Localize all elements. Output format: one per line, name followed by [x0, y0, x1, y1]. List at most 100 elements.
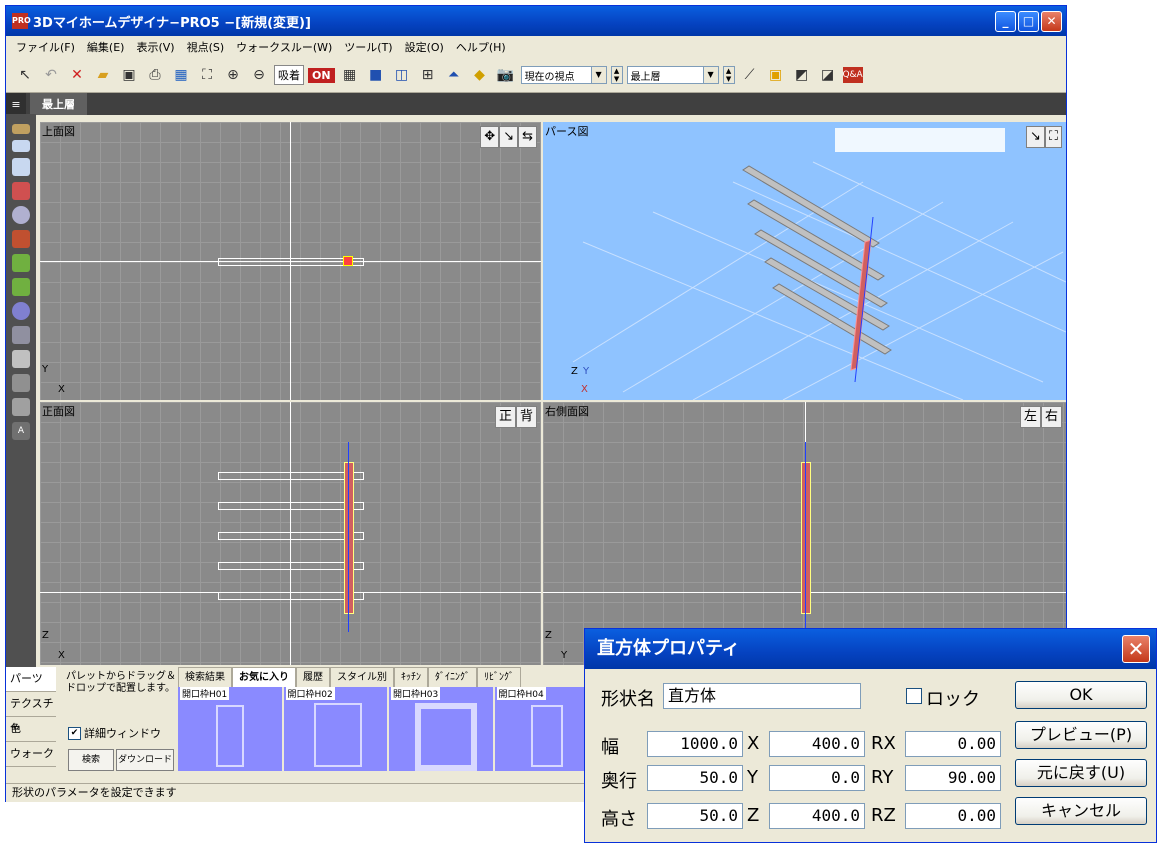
x-input[interactable]: 400.0: [769, 731, 865, 757]
menu-help[interactable]: ヘルプ(H): [450, 39, 512, 55]
width-input[interactable]: 1000.0: [647, 731, 743, 757]
cancel-button[interactable]: キャンセル: [1015, 797, 1147, 825]
select-arrow-icon[interactable]: ↖: [14, 64, 36, 86]
menu-viewpoint[interactable]: 視点(S): [181, 39, 231, 55]
tab-walk[interactable]: ウォーク: [6, 742, 56, 767]
pan-icon[interactable]: ⇆: [518, 126, 537, 148]
height-input[interactable]: 50.0: [647, 803, 743, 829]
four-view-icon[interactable]: ⊞: [417, 64, 439, 86]
palette-tile[interactable]: 開口枠H01: [178, 687, 282, 771]
z-input[interactable]: 400.0: [769, 803, 865, 829]
top-view[interactable]: 上面図 ✥ ↘ ⇆ Y X: [40, 122, 541, 400]
floor-select[interactable]: 最上層 ▼: [626, 66, 719, 84]
left-button[interactable]: 左: [1019, 406, 1041, 428]
menu-view[interactable]: 表示(V): [130, 39, 180, 55]
y-input[interactable]: 0.0: [769, 765, 865, 791]
fullscreen-icon[interactable]: ⛶: [1044, 126, 1062, 148]
tab-by-style[interactable]: スタイル別: [330, 667, 394, 687]
box-tool-icon[interactable]: [12, 230, 30, 248]
box-outline[interactable]: [218, 592, 364, 600]
zoom-out-icon[interactable]: ⊖: [248, 64, 270, 86]
layer-tab[interactable]: 最上層: [30, 93, 87, 115]
tab-dining[interactable]: ﾀﾞｲﾆﾝｸﾞ: [428, 667, 477, 687]
ring-tool-icon[interactable]: [12, 302, 30, 320]
tab-living[interactable]: ﾘﾋﾞﾝｸﾞ: [477, 667, 521, 687]
menu-file[interactable]: ファイル(F): [10, 39, 81, 55]
rx-input[interactable]: 0.00: [905, 731, 1001, 757]
material-icon[interactable]: ◆: [469, 64, 491, 86]
cylinder-tool-icon[interactable]: [12, 254, 30, 272]
palette-tile[interactable]: 開口枠H03: [389, 687, 493, 771]
tab-texture[interactable]: テクスチャ: [6, 692, 56, 734]
wall-tool-icon[interactable]: [12, 140, 30, 152]
room-tool-icon[interactable]: [12, 158, 30, 176]
viewpoint-select[interactable]: 現在の視点 ▼: [520, 66, 607, 84]
tab-search-results[interactable]: 検索結果: [178, 667, 232, 687]
tab-parts[interactable]: パーツ: [6, 667, 56, 692]
back-button[interactable]: 背: [515, 406, 537, 428]
two-view-icon[interactable]: ◫: [391, 64, 413, 86]
menu-edit[interactable]: 編集(E): [81, 39, 131, 55]
palette-tile[interactable]: 開口枠H04: [494, 687, 598, 771]
ok-button[interactable]: OK: [1015, 681, 1147, 709]
light-icon[interactable]: ▣: [765, 64, 787, 86]
cube-tool-icon[interactable]: [12, 350, 30, 368]
box-outline[interactable]: [218, 562, 364, 570]
menu-walkthrough[interactable]: ウォークスルー(W): [230, 39, 338, 55]
move-icon[interactable]: ✥: [480, 126, 500, 148]
open-folder-icon[interactable]: ▰: [92, 64, 114, 86]
rz-input[interactable]: 0.00: [905, 803, 1001, 829]
right-button[interactable]: 右: [1040, 406, 1062, 428]
viewpoint-spinner[interactable]: ▲ ▼: [610, 66, 623, 84]
selected-box[interactable]: [801, 462, 811, 614]
walk-controls[interactable]: [835, 128, 1005, 152]
front-button[interactable]: 正: [494, 406, 516, 428]
roof-tool-icon[interactable]: [12, 182, 30, 200]
camera-icon[interactable]: 📷: [495, 64, 517, 86]
tab-kitchen[interactable]: ｷｯﾁﾝ: [394, 667, 428, 687]
perspective-view[interactable]: パース図 Z Y X ↘ ⛶: [543, 122, 1066, 400]
palette-tile[interactable]: 開口枠H02: [283, 687, 387, 771]
chevron-down-icon[interactable]: ▼: [590, 67, 606, 83]
shape-name-input[interactable]: 直方体: [663, 683, 861, 709]
chevron-down-icon[interactable]: ▼: [702, 67, 718, 83]
minimize-button[interactable]: _: [995, 11, 1016, 32]
search-button[interactable]: 検索: [68, 749, 114, 771]
menu-tools[interactable]: ツール(T): [338, 39, 398, 55]
selection-handle[interactable]: [343, 256, 353, 266]
tab-favorites[interactable]: お気に入り: [232, 667, 296, 687]
box-outline[interactable]: [218, 532, 364, 540]
render-icon[interactable]: ▦: [170, 64, 192, 86]
lathe-tool-icon[interactable]: [12, 398, 30, 416]
checkbox[interactable]: ✔: [68, 726, 81, 740]
floor-spinner[interactable]: ▲ ▼: [722, 66, 735, 84]
sphere-tool-icon[interactable]: [12, 206, 30, 224]
export-icon[interactable]: ◪: [817, 64, 839, 86]
right-side-view[interactable]: 右側面図 左 右 Z Y: [543, 402, 1066, 665]
revert-button[interactable]: 元に戻す(U): [1015, 759, 1147, 787]
text-3d-tool-icon[interactable]: A: [12, 422, 30, 440]
fit-view-icon[interactable]: ⛶: [196, 64, 218, 86]
menu-settings[interactable]: 設定(O): [399, 39, 450, 55]
maximize-button[interactable]: □: [1018, 11, 1039, 32]
dialog-close-icon[interactable]: ✕: [1122, 635, 1150, 663]
single-view-icon[interactable]: ■: [365, 64, 387, 86]
select-icon[interactable]: ↘: [1025, 126, 1045, 148]
pipe-tool-icon[interactable]: [12, 374, 30, 392]
ry-input[interactable]: 90.00: [905, 765, 1001, 791]
measure-icon[interactable]: ⟋: [739, 64, 761, 86]
render-setting-icon[interactable]: ◩: [791, 64, 813, 86]
save-icon[interactable]: ▣: [118, 64, 140, 86]
download-button[interactable]: ダウンロード: [116, 749, 174, 771]
tab-history[interactable]: 履歴: [296, 667, 330, 687]
tab-color[interactable]: 色: [6, 717, 56, 742]
snap-toggle[interactable]: ON: [308, 67, 335, 83]
selected-box[interactable]: [344, 462, 354, 614]
zoom-in-icon[interactable]: ⊕: [222, 64, 244, 86]
qa-icon[interactable]: Q&A: [842, 67, 863, 83]
preview-button[interactable]: プレビュー(P): [1015, 721, 1147, 749]
print-icon[interactable]: ⎙: [144, 64, 166, 86]
select-icon[interactable]: ↘: [499, 126, 519, 148]
depth-input[interactable]: 50.0: [647, 765, 743, 791]
extrude-tool-icon[interactable]: [12, 326, 30, 344]
